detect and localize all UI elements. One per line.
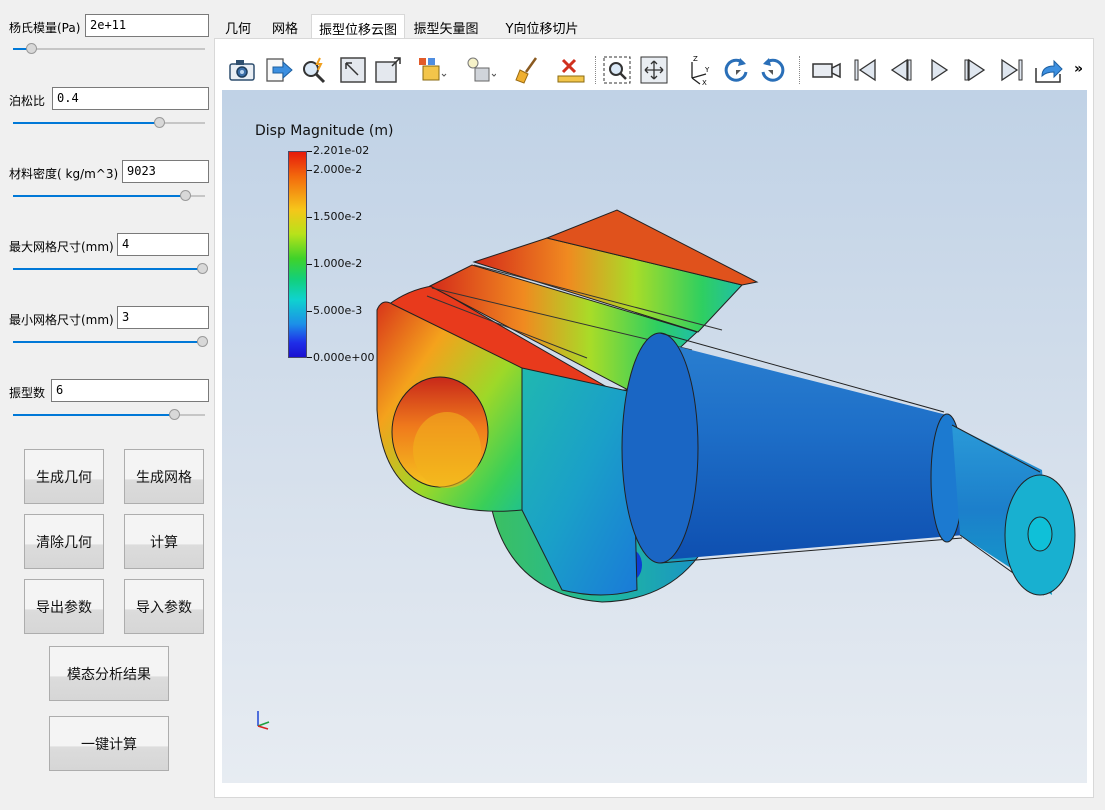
density-label: 材料密度( kg/m^3) (9, 167, 119, 181)
max-mesh-size-label: 最大网格尺寸(mm) (9, 240, 114, 254)
colorbar-tick (307, 357, 312, 358)
max-mesh-size-input[interactable]: 4 (117, 233, 209, 256)
rotate-ccw-icon[interactable] (757, 54, 789, 86)
rotate-cw-icon[interactable] (720, 54, 752, 86)
orientation-axes-icon (257, 711, 270, 730)
render-viewport[interactable]: Disp Magnitude (m) 2.201e-02 2.000e-2 1.… (222, 90, 1087, 783)
colorbar-tick (307, 151, 312, 152)
one-click-compute-button[interactable]: 一键计算 (49, 716, 169, 771)
display-box-icon[interactable] (415, 54, 447, 86)
slider-handle[interactable] (197, 263, 208, 274)
export-params-button[interactable]: 导出参数 (24, 579, 104, 634)
colorbar-max-label: 2.201e-02 (313, 144, 370, 157)
modal-analysis-results-button[interactable]: 模态分析结果 (49, 646, 169, 701)
poisson-ratio-label: 泊松比 (9, 94, 46, 108)
first-frame-icon[interactable] (849, 54, 881, 86)
colorbar-tick-label: 5.000e-3 (313, 304, 363, 317)
mode-count-input[interactable]: 6 (51, 379, 209, 402)
broom-icon[interactable] (512, 54, 544, 86)
next-frame-icon[interactable] (959, 54, 991, 86)
play-icon[interactable] (923, 54, 955, 86)
camera-icon[interactable] (226, 54, 258, 86)
slider-handle[interactable] (26, 43, 37, 54)
toolbar-overflow-button[interactable]: » (1074, 61, 1083, 77)
viewer-toolbar: Z Y X » (222, 50, 1087, 90)
max-mesh-size-slider[interactable] (13, 263, 208, 275)
colorbar-tick (307, 264, 312, 265)
compute-button[interactable]: 计算 (124, 514, 204, 569)
prev-frame-icon[interactable] (885, 54, 917, 86)
colorbar-tick-label: 1.500e-2 (313, 210, 363, 223)
min-mesh-size-slider[interactable] (13, 336, 208, 348)
density-input[interactable]: 9023 (122, 160, 209, 183)
magic-zoom-icon[interactable] (298, 54, 330, 86)
poisson-ratio-slider[interactable] (13, 117, 205, 129)
tab-mesh[interactable]: 网格 (264, 14, 306, 38)
tab-y-displacement-slice[interactable]: Y向位移切片 (496, 14, 588, 38)
color-scale-bar (288, 151, 307, 358)
export-arrow-icon[interactable] (262, 54, 294, 86)
tab-bar: 几何 网格 振型位移云图 振型矢量图 Y向位移切片 (214, 14, 1094, 38)
youngs-modulus-input[interactable]: 2e+11 (85, 14, 209, 37)
last-frame-icon[interactable] (996, 54, 1028, 86)
colorbar-tick (307, 311, 312, 312)
parameter-panel: 杨氏模量(Pa) 2e+11 泊松比 0.4 材料密度( kg/m^3) 902… (0, 0, 214, 810)
min-mesh-size-label: 最小网格尺寸(mm) (9, 313, 114, 327)
colorbar-tick-label: 1.000e-2 (313, 257, 363, 270)
density-slider[interactable] (13, 190, 205, 202)
slider-handle[interactable] (154, 117, 165, 128)
svg-text:Y: Y (704, 66, 710, 74)
generate-mesh-button[interactable]: 生成网格 (124, 449, 204, 504)
share-icon[interactable] (1032, 54, 1064, 86)
ruler-icon[interactable] (555, 54, 587, 86)
colorbar-tick (307, 217, 312, 218)
svg-text:X: X (702, 79, 707, 86)
poisson-ratio-input[interactable]: 0.4 (52, 87, 209, 110)
toolbar-separator (595, 56, 596, 84)
light-icon[interactable] (464, 54, 496, 86)
clear-geometry-button[interactable]: 清除几何 (24, 514, 104, 569)
slider-handle[interactable] (169, 409, 180, 420)
toolbar-separator (799, 56, 800, 84)
mode-displacement-model (376, 209, 1076, 603)
youngs-modulus-label: 杨氏模量(Pa) (9, 21, 81, 35)
resize-icon[interactable] (372, 54, 404, 86)
slider-handle[interactable] (197, 336, 208, 347)
colorbar-tick (307, 170, 312, 171)
mode-count-label: 振型数 (9, 386, 46, 400)
tab-mode-displacement-contour[interactable]: 振型位移云图 (311, 14, 405, 38)
colorbar-tick-label: 2.000e-2 (313, 163, 363, 176)
reset-camera-icon[interactable] (337, 54, 369, 86)
svg-text:Z: Z (693, 55, 698, 63)
generate-geometry-button[interactable]: 生成几何 (24, 449, 104, 504)
tab-mode-vector[interactable]: 振型矢量图 (411, 14, 481, 38)
youngs-modulus-slider[interactable] (13, 43, 205, 55)
slider-handle[interactable] (180, 190, 191, 201)
import-params-button[interactable]: 导入参数 (124, 579, 204, 634)
legend-title: Disp Magnitude (m) (255, 123, 394, 139)
zoom-box-icon[interactable] (601, 54, 633, 86)
axes-icon[interactable]: Z Y X (684, 54, 716, 86)
tab-geometry[interactable]: 几何 (218, 14, 258, 38)
zoom-fit-icon[interactable] (638, 54, 670, 86)
video-icon[interactable] (810, 54, 842, 86)
min-mesh-size-input[interactable]: 3 (117, 306, 209, 329)
colorbar-tick-label: 0.000e+00 (313, 351, 375, 364)
mode-count-slider[interactable] (13, 409, 205, 421)
